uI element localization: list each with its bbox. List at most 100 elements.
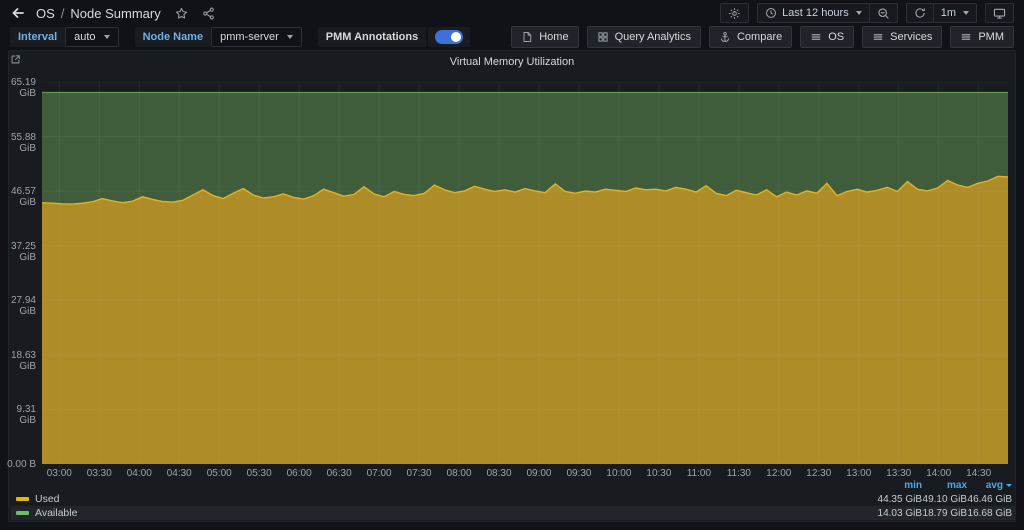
external-link-icon[interactable] [10, 52, 26, 68]
grid-icon [597, 31, 609, 43]
bars-icon [872, 31, 884, 43]
available-area [42, 92, 1008, 205]
y-axis-label: 46.57 GiB [10, 186, 36, 209]
node-name-select[interactable]: pmm-server [211, 27, 302, 47]
interval-select[interactable]: auto [65, 27, 119, 47]
pmm-menu-label: PMM [978, 31, 1004, 43]
variables-toolbar: Interval auto Node Name pmm-server PMM A… [0, 24, 1024, 50]
legend-min-value: 14.03 GiB [877, 507, 922, 519]
breadcrumb-separator: / [60, 5, 65, 21]
legend-avg-value: 16.68 GiB [967, 507, 1012, 519]
refresh-icon [914, 7, 926, 19]
x-axis-label: 06:00 [286, 468, 312, 479]
time-range-picker[interactable]: Last 12 hours [757, 3, 870, 23]
refresh-button[interactable] [905, 3, 934, 23]
x-axis-label: 10:30 [646, 468, 672, 479]
y-axis-label: 27.94 GiB [10, 295, 36, 318]
pmm-annotations-control: PMM Annotations [317, 27, 471, 47]
x-axis-label: 05:00 [206, 468, 232, 479]
query-analytics-link-button[interactable]: Query Analytics [586, 26, 701, 48]
gear-icon [728, 7, 741, 20]
breadcrumb-folder[interactable]: OS [36, 6, 55, 21]
refresh-interval-dropdown[interactable]: 1m [932, 3, 977, 23]
back-arrow-button[interactable] [10, 5, 26, 21]
virtual-memory-panel: Virtual Memory Utilization 0.00 B 9.31 Gi… [7, 50, 1016, 522]
breadcrumb-dashboard-title: Node Summary [70, 5, 161, 21]
chart-plot-area[interactable] [41, 81, 1009, 465]
x-axis-label: 03:00 [46, 468, 72, 479]
bars-icon [960, 31, 972, 43]
monitor-icon [993, 7, 1006, 20]
compare-link-button[interactable]: Compare [708, 26, 793, 48]
dashboard-settings-button[interactable] [720, 3, 750, 23]
home-dashboard-icon [521, 31, 533, 43]
y-axis-label: 9.31 GiB [16, 404, 36, 427]
pmm-annotations-toggle[interactable] [428, 27, 471, 47]
x-axis-label: 07:00 [366, 468, 392, 479]
clock-icon [765, 7, 777, 19]
x-axis-label: 14:00 [926, 468, 952, 479]
used-area [42, 176, 1008, 465]
zoom-out-icon [877, 7, 890, 20]
legend-sort-avg[interactable]: avg [967, 480, 1012, 491]
home-link-label: Home [539, 31, 569, 43]
services-menu-label: Services [890, 31, 933, 43]
anchor-icon [719, 31, 731, 43]
legend-series-color-icon [16, 511, 29, 515]
interval-value: auto [74, 31, 96, 43]
chevron-down-icon [286, 35, 293, 39]
interval-label: Interval [10, 27, 66, 47]
memory-area-chart [41, 81, 1009, 465]
home-link-button[interactable]: Home [511, 26, 579, 48]
panel-title[interactable]: Virtual Memory Utilization [9, 56, 1015, 68]
node-name-variable: Node Name pmm-server [134, 27, 302, 47]
x-axis-label: 10:00 [606, 468, 632, 479]
y-axis: 0.00 B 9.31 GiB 18.63 GiB 27.94 GiB 37.25 Gi… [7, 77, 38, 470]
query-analytics-link-label: Query Analytics [614, 31, 691, 43]
x-axis-label: 07:30 [406, 468, 432, 479]
legend-series-name[interactable]: Used [35, 493, 877, 505]
x-axis-label: 04:00 [126, 468, 152, 479]
node-name-value: pmm-server [220, 31, 279, 43]
legend-sort-min[interactable]: min [877, 480, 922, 491]
time-range-label: Last 12 hours [782, 7, 849, 19]
x-axis-label: 08:00 [446, 468, 472, 479]
chart-legend: min max avg Used 44.35 GiB 49.10 GiB 46.46 GiB… [11, 479, 1015, 520]
chevron-down-icon [103, 35, 110, 39]
x-axis-label: 12:30 [806, 468, 832, 479]
legend-series-name[interactable]: Available [35, 507, 877, 519]
x-axis-label: 11:30 [726, 468, 751, 479]
x-axis-label: 04:30 [166, 468, 192, 479]
x-axis-label: 11:00 [686, 468, 712, 479]
pmm-annotations-label: PMM Annotations [317, 27, 427, 47]
node-name-label: Node Name [134, 27, 212, 47]
chevron-down-icon [855, 11, 862, 15]
legend-sort-max[interactable]: max [922, 480, 967, 491]
os-menu-label: OS [828, 31, 845, 43]
grafana-dashboard: OS / Node Summary Last 12 hours 1m Inter… [0, 0, 1024, 530]
x-axis-label: 06:30 [326, 468, 352, 479]
y-axis-label: 18.63 GiB [10, 349, 36, 372]
legend-row-available: Available 14.03 GiB 18.79 GiB 16.68 GiB [11, 506, 1015, 520]
services-menu-button[interactable]: Services [862, 26, 943, 48]
refresh-interval-label: 1m [940, 7, 956, 19]
x-axis-label: 13:30 [886, 468, 912, 479]
os-menu-button[interactable]: OS [800, 26, 855, 48]
sort-caret-icon [1006, 484, 1012, 487]
pmm-menu-button[interactable]: PMM [950, 26, 1014, 48]
dashboard-header: OS / Node Summary Last 12 hours 1m [0, 0, 1024, 24]
legend-min-value: 44.35 GiB [877, 493, 922, 505]
x-axis-label: 09:00 [526, 468, 552, 479]
x-axis-label: 13:00 [846, 468, 872, 479]
share-icon[interactable] [202, 7, 215, 20]
star-icon[interactable] [175, 7, 188, 20]
legend-max-value: 18.79 GiB [922, 507, 967, 519]
kiosk-mode-button[interactable] [985, 3, 1014, 23]
x-axis-label: 14:30 [966, 468, 992, 479]
y-axis-label: 0.00 B [7, 459, 36, 470]
zoom-out-time-button[interactable] [868, 3, 898, 23]
bars-icon [810, 31, 822, 43]
legend-row-used: Used 44.35 GiB 49.10 GiB 46.46 GiB [11, 492, 1015, 506]
chevron-down-icon [963, 11, 969, 15]
legend-series-color-icon [16, 497, 29, 501]
